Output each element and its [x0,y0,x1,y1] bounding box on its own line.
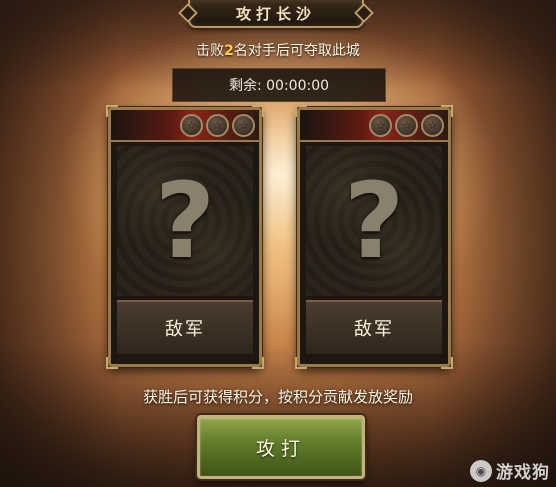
objective-suffix: 名对手后可夺取此城 [233,43,360,59]
star-rating: ☆ ☆ ☆ [180,114,255,137]
corner-ornament [106,357,118,369]
countdown-timer: 剩余: 00:00:00 [172,68,386,102]
star-icon: ☆ [232,114,255,137]
question-mark-icon: ? [154,160,216,282]
page-title: 攻打长沙 [235,4,316,23]
star-rating: ☆ ☆ ☆ [369,114,444,137]
corner-ornament [106,105,118,117]
enemy-label: 敌军 [117,300,253,354]
corner-ornament [441,105,453,117]
star-icon: ☆ [369,114,392,137]
corner-ornament [252,357,264,369]
title-banner: 攻打长沙 [188,0,364,28]
enemy-label: 敌军 [306,300,442,354]
watermark: ◉ 游戏狗 [470,458,550,483]
corner-ornament [295,357,307,369]
card-header: ☆ ☆ ☆ [300,110,448,142]
objective-prefix: 击败 [196,43,225,59]
enemy-card-1[interactable]: ☆ ☆ ☆ ? 敌军 [106,105,264,369]
corner-ornament [295,105,307,117]
attack-button[interactable]: 攻打 [197,415,365,479]
objective-text: 击败2名对手后可夺取此城 [0,40,556,60]
question-mark-icon: ? [343,160,405,282]
card-portrait: ? [117,146,253,296]
card-header: ☆ ☆ ☆ [111,110,259,142]
corner-ornament [441,357,453,369]
star-icon: ☆ [206,114,229,137]
star-icon: ☆ [180,114,203,137]
enemy-card-2[interactable]: ☆ ☆ ☆ ? 敌军 [295,105,453,369]
objective-count: 2 [224,43,234,59]
attack-button-label: 攻打 [255,437,306,460]
card-portrait: ? [306,146,442,296]
star-icon: ☆ [421,114,444,137]
timer-text: 剩余: 00:00:00 [228,78,330,94]
corner-ornament [252,105,264,117]
dog-logo-icon: ◉ [470,459,492,482]
watermark-text: 游戏狗 [496,463,550,483]
reward-note: 获胜后可获得积分，按积分贡献发放奖励 [142,388,413,406]
star-icon: ☆ [395,114,418,137]
